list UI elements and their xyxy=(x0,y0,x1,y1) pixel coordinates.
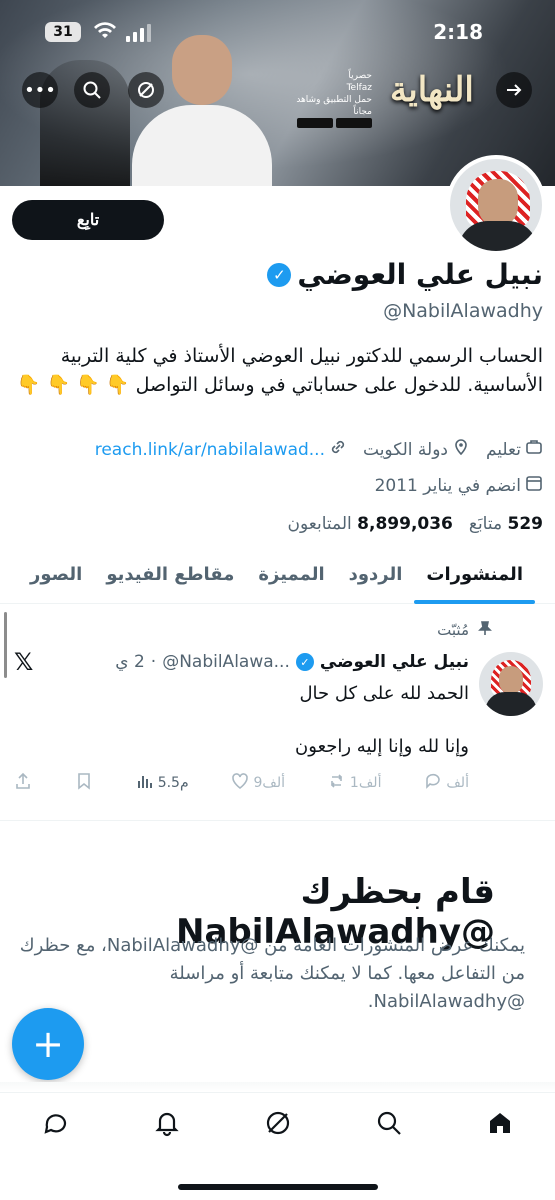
tab-replies[interactable]: الردود xyxy=(337,554,415,603)
link-item[interactable]: reach.link/ar/nabilalawad... xyxy=(95,438,347,461)
home-icon xyxy=(486,1109,514,1141)
post-text-line2: وإنا لله وإنا إليه راجعون xyxy=(295,736,469,757)
signal-icon xyxy=(126,24,151,42)
following-link[interactable]: 529 متابَع xyxy=(469,514,543,534)
blocked-text: يمكنك عرض المنشورات العامة من @NabilAlaw… xyxy=(19,935,525,1012)
views-button[interactable]: 5.5م xyxy=(136,772,189,794)
grok-nav-icon xyxy=(264,1109,292,1141)
battery-indicator: 31 xyxy=(45,22,81,42)
grok-icon[interactable] xyxy=(128,72,164,108)
bookmark-icon xyxy=(75,772,93,794)
nav-search[interactable] xyxy=(369,1105,409,1145)
banner-promo: حصرياً Telfaz حمل التطبيق وشاهد مجاناً xyxy=(292,70,372,130)
nav-grok[interactable] xyxy=(258,1105,298,1145)
post-time: 2 ي xyxy=(115,652,145,672)
briefcase-icon xyxy=(525,438,543,461)
pin-icon xyxy=(477,620,493,640)
profile-bio: الحساب الرسمي للدكتور نبيل العوضي الأستا… xyxy=(16,345,543,396)
search-nav-icon xyxy=(375,1109,403,1141)
followers-label: المتابعون xyxy=(287,514,352,534)
tab-photos[interactable]: الصور xyxy=(18,554,94,603)
pinned-label-row: مُثبّت xyxy=(437,620,493,640)
post-avatar[interactable] xyxy=(479,652,543,716)
location-pin-icon xyxy=(452,438,470,461)
post-verified-icon: ✓ xyxy=(295,653,314,671)
category-item: تعليم xyxy=(486,438,543,461)
reposts-count: 1ألف xyxy=(349,775,382,791)
x-logo-icon: 𝕏 xyxy=(14,648,34,676)
joined-row: انضم في يناير 2011 xyxy=(375,474,543,497)
pinned-label: مُثبّت xyxy=(437,621,469,639)
post-text-line1: الحمد لله على كل حال xyxy=(299,683,469,704)
profile-name: نبيل علي العوضي xyxy=(297,258,543,291)
plus-icon: + xyxy=(32,1022,64,1066)
following-count: 529 xyxy=(507,514,544,534)
views-icon xyxy=(136,772,154,794)
message-icon xyxy=(42,1109,70,1141)
app-store-badge xyxy=(297,118,333,128)
bell-icon xyxy=(153,1109,181,1141)
tab-highlights[interactable]: المميزة xyxy=(246,554,336,603)
follow-button[interactable]: تابِع xyxy=(12,200,164,240)
promo-line1: حصرياً xyxy=(348,71,372,81)
profile-tabs: المنشورات الردود المميزة مقاطع الفيديو ا… xyxy=(0,554,555,604)
share-button[interactable] xyxy=(14,772,32,794)
followers-link[interactable]: 8,899,036 المتابعون xyxy=(288,514,453,534)
location-text: دولة الكويت xyxy=(363,439,448,460)
repost-icon xyxy=(328,772,346,794)
nav-messages[interactable] xyxy=(36,1105,76,1145)
scroll-indicator xyxy=(4,612,7,678)
calendar-icon xyxy=(525,474,543,497)
profile-name-row: نبيل علي العوضي ✓ xyxy=(267,258,543,291)
reply-button[interactable]: ألف xyxy=(424,772,469,794)
search-icon[interactable] xyxy=(74,72,110,108)
like-button[interactable]: 9ألف xyxy=(231,772,285,794)
share-icon xyxy=(14,772,32,794)
bookmark-button[interactable] xyxy=(75,772,93,794)
profile-link[interactable]: reach.link/ar/nabilalawad... xyxy=(95,440,325,460)
nav-notifications[interactable] xyxy=(147,1105,187,1145)
promo-line3: حمل التطبيق وشاهد مجاناً xyxy=(296,95,372,117)
verified-badge-icon[interactable]: ✓ xyxy=(267,262,292,287)
wifi-icon xyxy=(94,22,116,45)
next-post-peek xyxy=(0,1082,555,1092)
tab-videos[interactable]: مقاطع الفيديو xyxy=(94,554,246,603)
more-icon[interactable]: ••• xyxy=(22,72,58,108)
profile-meta: تعليم دولة الكويت reach.link/ar/nabilala… xyxy=(8,438,543,461)
post-header: نبيل علي العوضي ✓ @NabilAlawa... · 2 ي xyxy=(115,652,469,672)
replies-count: ألف xyxy=(446,775,469,791)
likes-count: 9ألف xyxy=(253,775,286,791)
bottom-nav xyxy=(0,1092,555,1156)
post-actions: 5.5م 9ألف 1ألف ألف xyxy=(14,772,469,794)
banner-logo: النهاية xyxy=(390,70,474,110)
compose-button[interactable]: + xyxy=(12,1008,84,1080)
promo-line2: Telfaz xyxy=(346,83,372,93)
status-time: 2:18 xyxy=(433,20,483,44)
category-text: تعليم xyxy=(485,439,521,460)
follow-counts: 529 متابَع 8,899,036 المتابعون xyxy=(288,514,543,534)
google-play-badge xyxy=(336,118,372,128)
joined-text: انضم في يناير 2011 xyxy=(374,475,521,496)
views-count: 5.5م xyxy=(157,775,189,791)
home-indicator xyxy=(178,1184,378,1190)
status-bar: 31 2:18 xyxy=(0,0,555,62)
following-label: متابَع xyxy=(468,514,503,534)
tab-posts[interactable]: المنشورات xyxy=(414,554,535,604)
reply-icon xyxy=(424,772,442,794)
location-item: دولة الكويت xyxy=(363,438,470,461)
post-handle[interactable]: @NabilAlawa... xyxy=(162,652,290,672)
followers-count: 8,899,036 xyxy=(357,514,453,534)
repost-button[interactable]: 1ألف xyxy=(328,772,382,794)
post-author[interactable]: نبيل علي العوضي xyxy=(320,652,469,672)
link-icon xyxy=(329,438,347,461)
profile-handle: @NabilAlawadhy xyxy=(383,300,543,322)
profile-avatar[interactable] xyxy=(446,155,546,255)
back-arrow-icon[interactable] xyxy=(496,72,532,108)
heart-icon xyxy=(231,772,249,794)
nav-home[interactable] xyxy=(480,1105,520,1145)
divider xyxy=(0,820,555,821)
